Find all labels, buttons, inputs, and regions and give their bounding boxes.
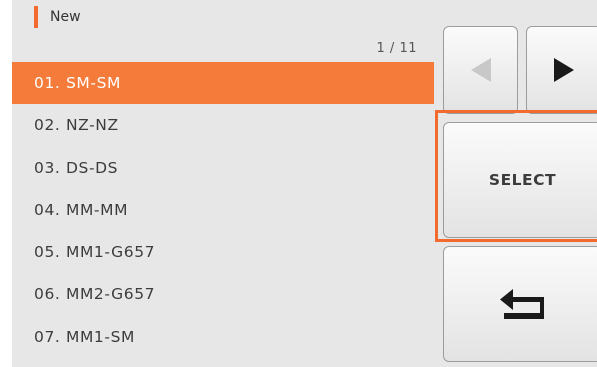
left-triangle-icon	[470, 58, 491, 82]
select-button[interactable]: SELECT	[443, 122, 597, 238]
back-button[interactable]	[443, 246, 597, 362]
return-arrow-icon	[499, 289, 544, 319]
header-accent-bar	[34, 6, 38, 28]
page-counter: 1 / 11	[376, 41, 417, 56]
list-item[interactable]: 01. SM-SM	[12, 62, 434, 105]
previous-page-button[interactable]	[443, 26, 518, 114]
header: New	[34, 6, 81, 28]
list-item[interactable]: 04. MM-MM	[12, 189, 434, 231]
list-item[interactable]: 05. MM1-G657	[12, 231, 434, 273]
list-item[interactable]: 07. MM1-SM	[12, 316, 434, 358]
fusion-splicer-screen: New 1 / 11 01. SM-SM 02. NZ-NZ 03. DS-DS…	[12, 0, 597, 367]
list-item[interactable]: 03. DS-DS	[12, 147, 434, 189]
program-list: 01. SM-SM 02. NZ-NZ 03. DS-DS 04. MM-MM …	[12, 62, 434, 358]
list-item[interactable]: 02. NZ-NZ	[12, 104, 434, 146]
list-item[interactable]: 06. MM2-G657	[12, 273, 434, 315]
right-triangle-icon	[554, 58, 574, 82]
next-page-button[interactable]	[526, 26, 597, 114]
header-title: New	[50, 9, 81, 25]
select-button-label: SELECT	[488, 171, 557, 189]
